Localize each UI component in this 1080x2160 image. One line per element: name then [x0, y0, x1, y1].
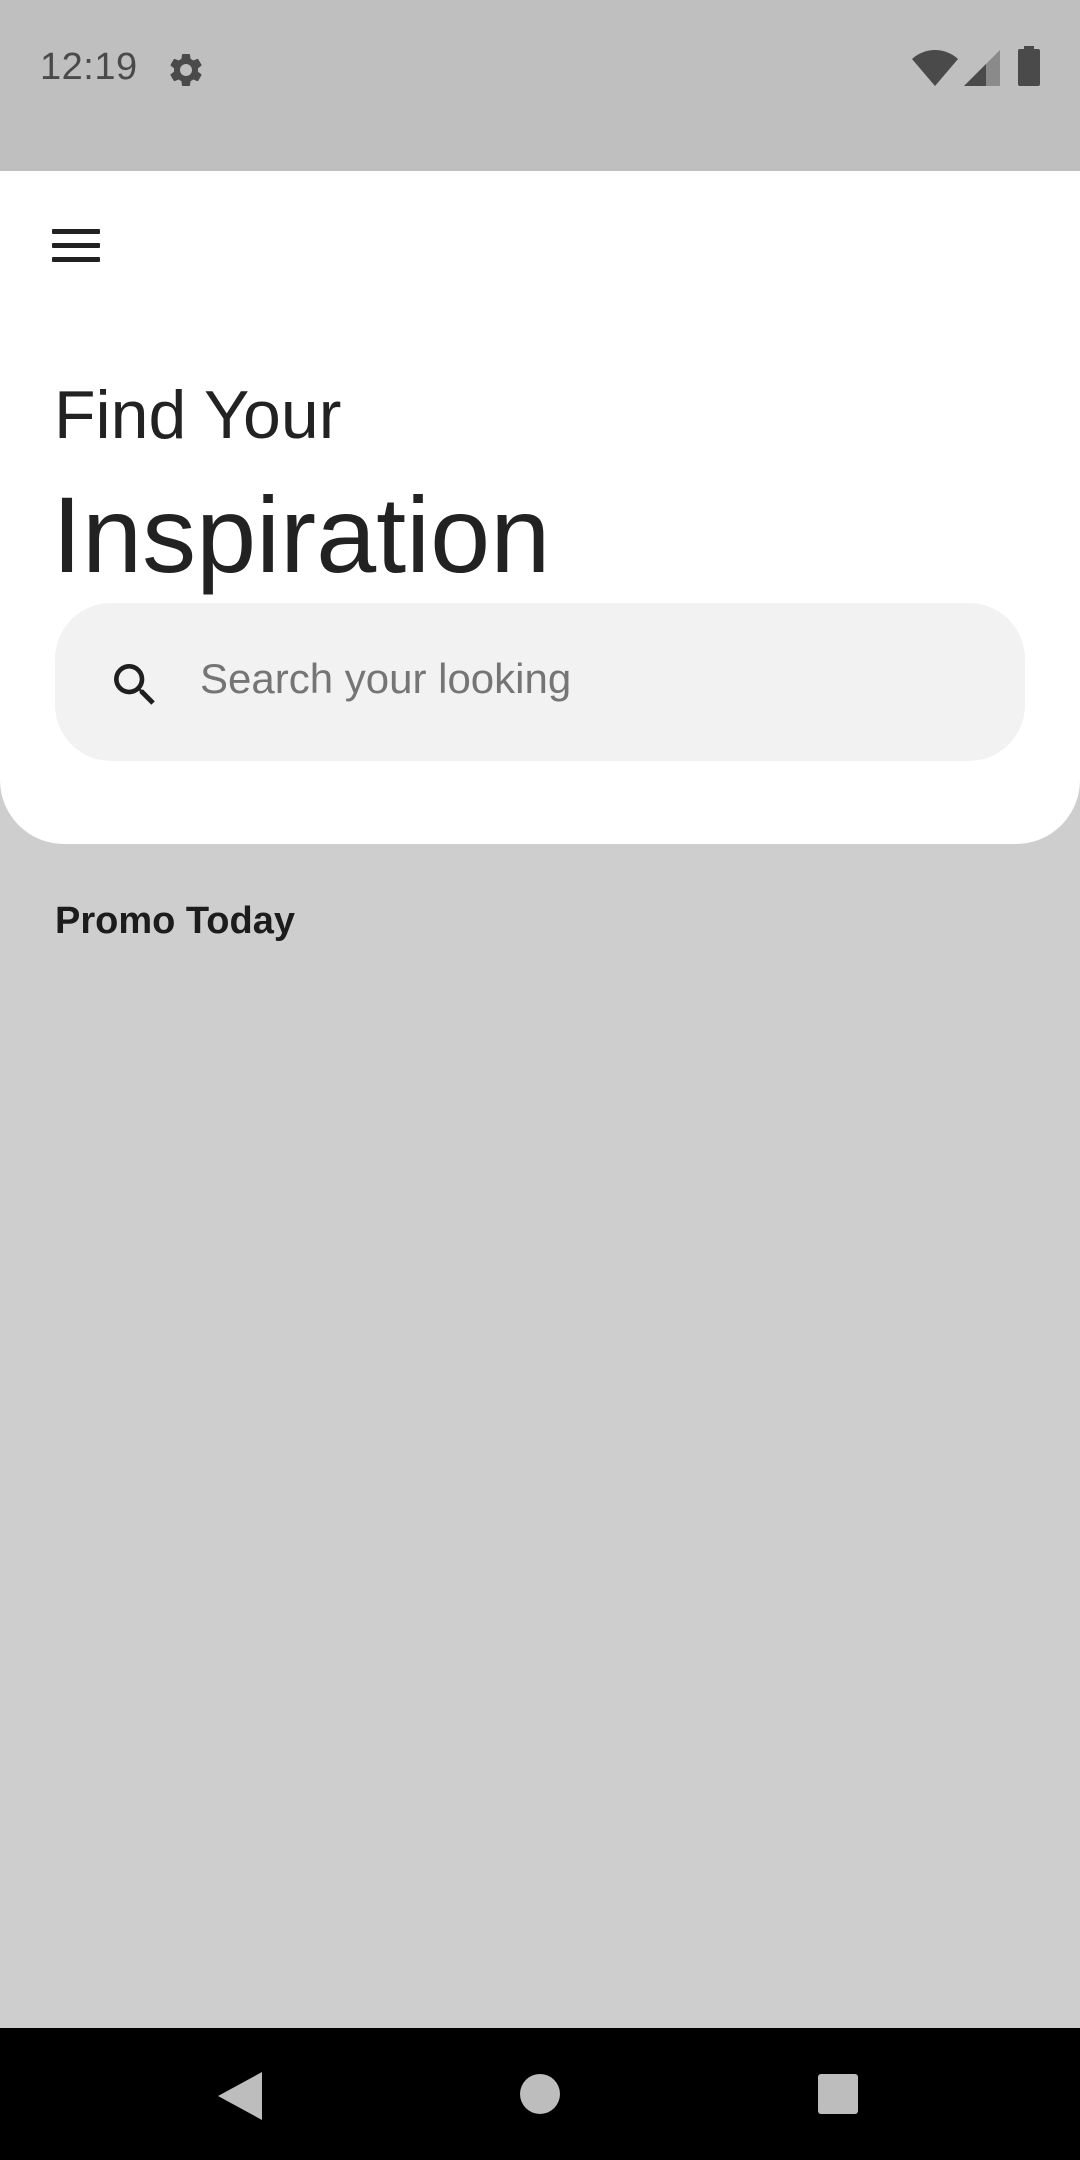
navigation-bar [0, 2028, 1080, 2160]
search-box[interactable] [55, 603, 1025, 761]
header-card: Find Your Inspiration [0, 171, 1080, 844]
menu-button[interactable] [48, 223, 106, 269]
page-title-line1: Find Your [54, 377, 342, 453]
signal-icon [964, 50, 1000, 86]
promo-section-title: Promo Today [55, 900, 295, 942]
page-title-line2: Inspiration [52, 474, 551, 595]
back-icon[interactable] [218, 2072, 262, 2120]
status-time: 12:19 [40, 46, 138, 88]
search-icon[interactable] [107, 657, 163, 713]
recents-icon[interactable] [818, 2074, 858, 2114]
search-input[interactable] [200, 643, 980, 715]
status-bar: 12:19 [0, 0, 1080, 171]
gear-icon [170, 53, 202, 86]
hamburger-menu-icon [52, 229, 100, 234]
wifi-icon [912, 50, 958, 86]
battery-icon [1018, 46, 1040, 86]
home-icon[interactable] [520, 2074, 560, 2114]
